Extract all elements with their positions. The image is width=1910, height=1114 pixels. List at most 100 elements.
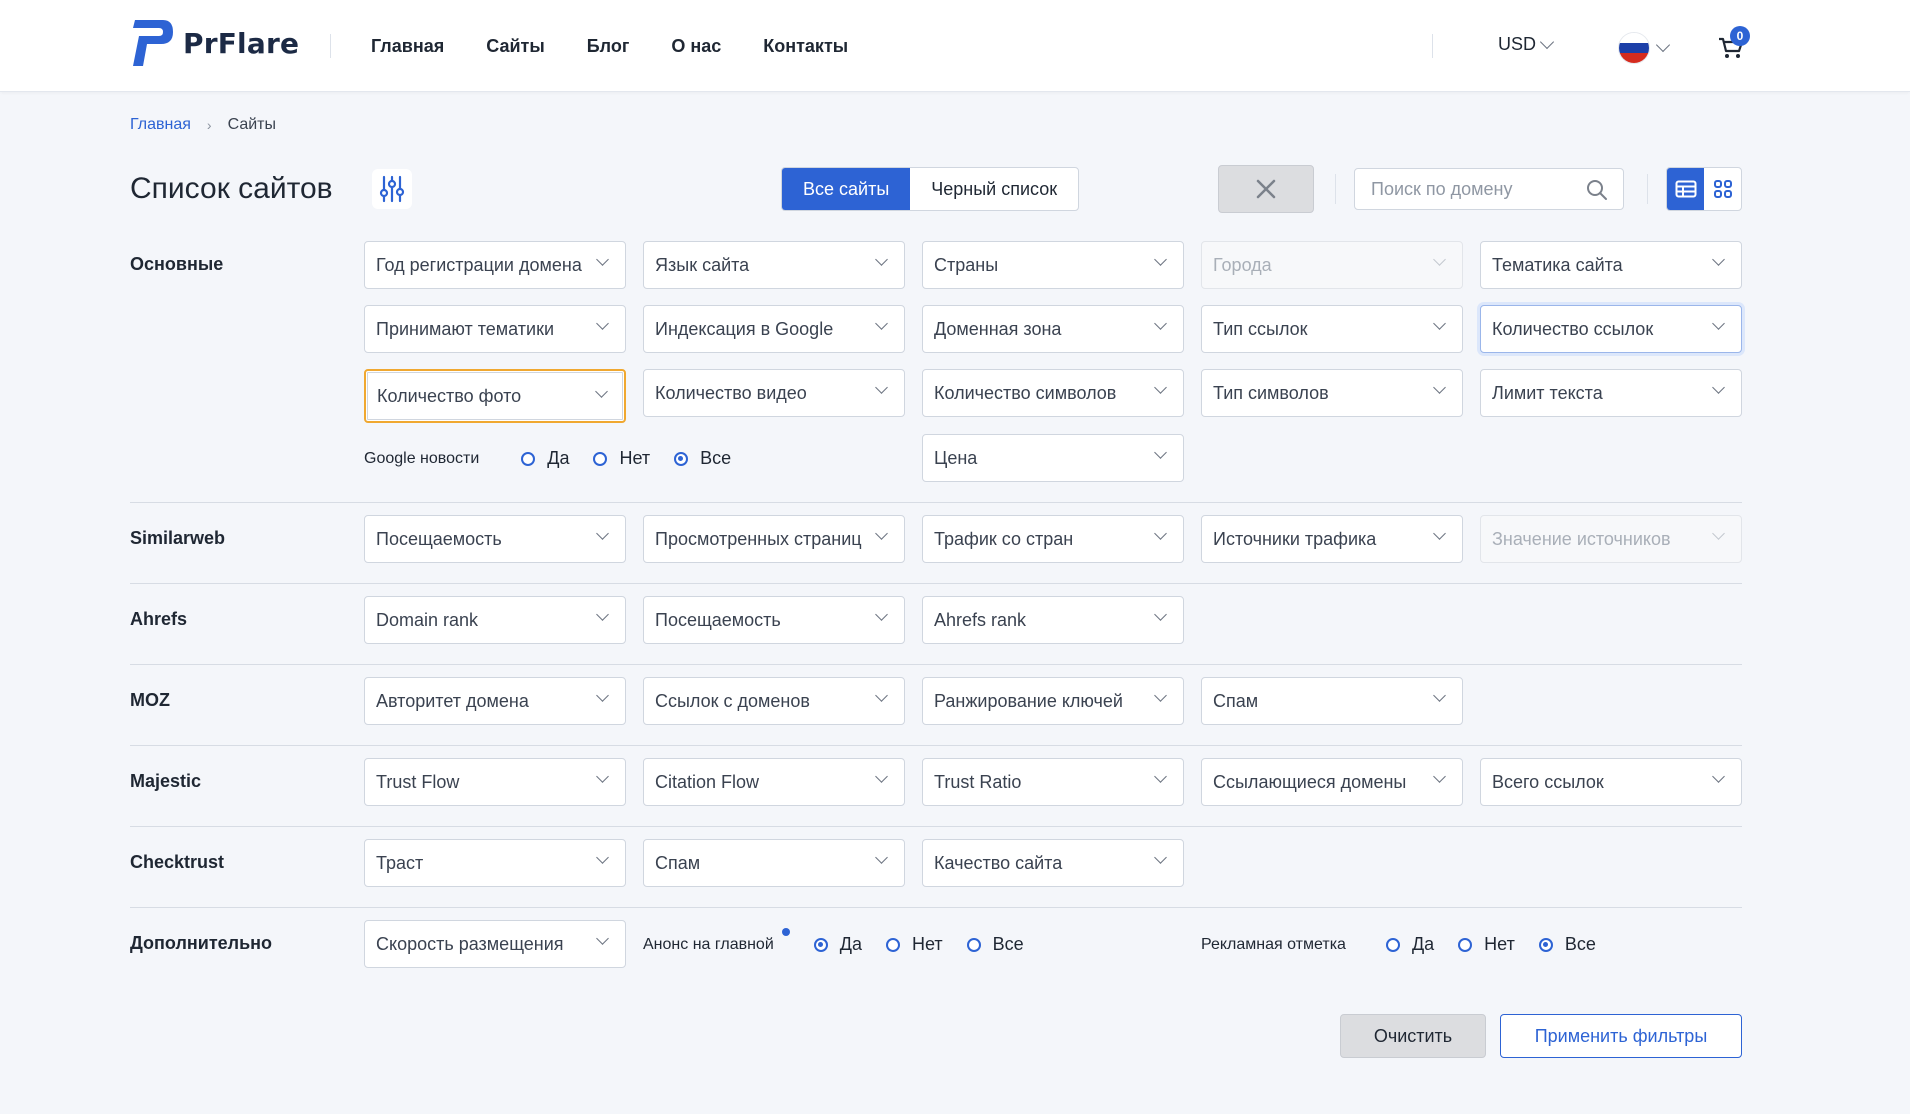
announce-yes[interactable]: Да (813, 934, 862, 955)
filter-domain-reg-year[interactable]: Год регистрации домена (364, 241, 626, 289)
breadcrumb-current: Сайты (227, 116, 276, 133)
homepage-announce-radio-group: Анонс на главной Да Нет Все (643, 934, 1048, 955)
brand-logo[interactable]: PrFlare (129, 16, 299, 70)
filter-sw-pageviews[interactable]: Просмотренных страниц (643, 515, 905, 563)
filter-label: Траст (376, 852, 424, 873)
filter-sw-traffic-sources[interactable]: Источники трафика (1201, 515, 1463, 563)
tab-all-sites[interactable]: Все сайты (782, 168, 911, 210)
filter-ahrefs-rank[interactable]: Ahrefs rank (922, 596, 1184, 644)
filter-label: Страны (934, 254, 999, 275)
nav-sites[interactable]: Сайты (486, 36, 544, 57)
filter-accepted-topics[interactable]: Принимают тематики (364, 305, 626, 353)
radio-label: Все (1564, 934, 1596, 954)
filter-moz-domain-authority[interactable]: Авторитет домена (364, 677, 626, 725)
chevron-down-icon (596, 253, 609, 266)
filter-label: Лимит текста (1492, 382, 1603, 403)
filter-google-indexing[interactable]: Индексация в Google (643, 305, 905, 353)
header-divider (1432, 34, 1433, 58)
filter-placement-speed[interactable]: Скорость размещения (364, 920, 626, 968)
ad-mark-all[interactable]: Все (1538, 934, 1596, 955)
filter-trust-ratio[interactable]: Trust Ratio (922, 758, 1184, 806)
filter-char-type[interactable]: Тип символов (1201, 369, 1463, 417)
filter-label: Просмотренных страниц (655, 528, 862, 549)
reset-filters-button[interactable] (1218, 165, 1314, 213)
search-input[interactable] (1355, 178, 1575, 200)
chevron-down-icon (596, 608, 609, 621)
ad-mark-no[interactable]: Нет (1458, 934, 1515, 955)
chevron-down-icon (1433, 253, 1446, 266)
breadcrumb-home[interactable]: Главная (130, 116, 191, 134)
google-news-no[interactable]: Нет (593, 448, 650, 469)
header-divider (330, 34, 331, 58)
chevron-down-icon (1154, 317, 1167, 330)
sliders-icon (379, 175, 405, 203)
grid-view-button[interactable] (1704, 168, 1741, 210)
filter-moz-linking-domains[interactable]: Ссылок с доменов (643, 677, 905, 725)
filter-moz-spam[interactable]: Спам (1201, 677, 1463, 725)
filter-site-topic[interactable]: Тематика сайта (1480, 241, 1742, 289)
announce-no[interactable]: Нет (885, 934, 943, 955)
chevron-down-icon (1154, 608, 1167, 621)
filter-sw-country-traffic[interactable]: Трафик со стран (922, 515, 1184, 563)
table-view-button[interactable] (1667, 168, 1704, 210)
section-label-majestic: Majestic (130, 771, 202, 791)
filter-label: Ahrefs rank (934, 609, 1027, 630)
radio-label: Все (992, 934, 1024, 954)
filter-char-count[interactable]: Количество символов (922, 369, 1184, 417)
section-divider (130, 664, 1742, 665)
nav-contacts[interactable]: Контакты (763, 36, 848, 57)
filter-link-count[interactable]: Количество ссылок (1480, 305, 1742, 353)
filter-photo-count[interactable]: Количество фото (364, 369, 626, 423)
radio-icon (1385, 937, 1400, 952)
filter-citation-flow[interactable]: Citation Flow (643, 758, 905, 806)
filter-price[interactable]: Цена (922, 434, 1184, 482)
filter-settings-button[interactable] (372, 169, 412, 209)
search-icon[interactable] (1585, 178, 1609, 202)
domain-search (1354, 168, 1624, 210)
filter-referring-domains[interactable]: Ссылающиеся домены (1201, 758, 1463, 806)
filter-label: Domain rank (376, 609, 479, 630)
filter-ahrefs-domain-rank[interactable]: Domain rank (364, 596, 626, 644)
chevron-down-icon (875, 770, 888, 783)
radio-label: Да (547, 448, 570, 468)
filter-ahrefs-visits[interactable]: Посещаемость (643, 596, 905, 644)
filter-link-type[interactable]: Тип ссылок (1201, 305, 1463, 353)
tab-blacklist[interactable]: Черный список (910, 168, 1078, 210)
google-news-yes[interactable]: Да (521, 448, 569, 469)
filter-video-count[interactable]: Количество видео (643, 369, 905, 417)
apply-filters-button[interactable]: Применить фильтры (1500, 1014, 1742, 1058)
ad-mark-yes[interactable]: Да (1385, 934, 1434, 955)
filter-countries[interactable]: Страны (922, 241, 1184, 289)
nav-blog[interactable]: Блог (587, 36, 630, 57)
filter-sw-visits[interactable]: Посещаемость (364, 515, 626, 563)
filter-label: Ссылок с доменов (655, 690, 810, 711)
chevron-down-icon (1154, 527, 1167, 540)
filter-text-limit[interactable]: Лимит текста (1480, 369, 1742, 417)
filter-total-links[interactable]: Всего ссылок (1480, 758, 1742, 806)
chevron-down-icon (1154, 381, 1167, 394)
chevron-down-icon (596, 851, 609, 864)
currency-select[interactable]: USD (1498, 34, 1555, 55)
google-news-all[interactable]: Все (674, 448, 731, 469)
filter-checktrust-trust[interactable]: Траст (364, 839, 626, 887)
site-header: PrFlare Главная Сайты Блог О нас Контакт… (0, 0, 1910, 92)
chevron-down-icon (875, 381, 888, 394)
filter-checktrust-quality[interactable]: Качество сайта (922, 839, 1184, 887)
language-select[interactable] (1618, 32, 1671, 64)
filter-site-language[interactable]: Язык сайта (643, 241, 905, 289)
filter-trust-flow[interactable]: Trust Flow (364, 758, 626, 806)
chevron-down-icon (1539, 34, 1555, 49)
chevron-down-icon (1712, 253, 1725, 266)
filter-label: Посещаемость (655, 609, 781, 630)
filter-moz-keyword-ranking[interactable]: Ранжирование ключей (922, 677, 1184, 725)
radio-label: Нет (619, 448, 651, 468)
view-mode-toggle (1666, 167, 1742, 211)
announce-all[interactable]: Все (966, 934, 1024, 955)
clear-button[interactable]: Очистить (1340, 1014, 1486, 1058)
chevron-down-icon (595, 385, 608, 398)
nav-about[interactable]: О нас (671, 36, 721, 57)
toolbar-divider (1647, 174, 1648, 204)
filter-checktrust-spam[interactable]: Спам (643, 839, 905, 887)
nav-home[interactable]: Главная (371, 36, 444, 57)
filter-domain-zone[interactable]: Доменная зона (922, 305, 1184, 353)
